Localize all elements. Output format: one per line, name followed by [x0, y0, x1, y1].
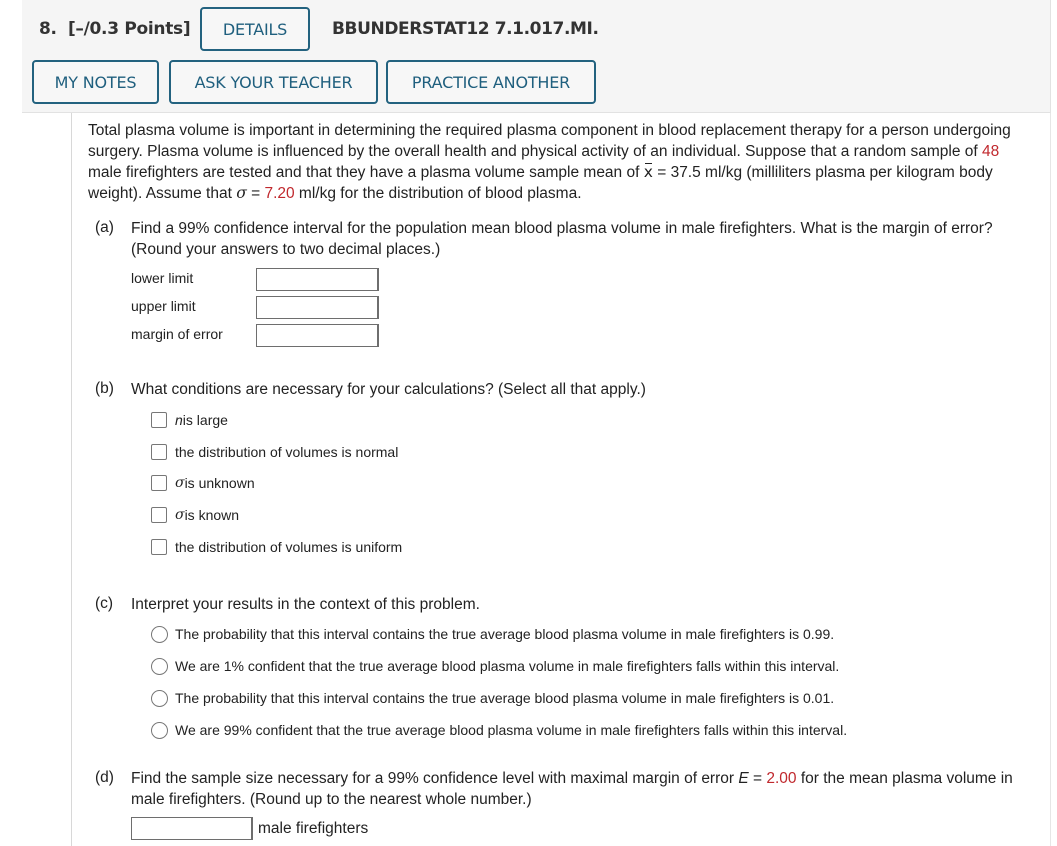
interpretation-option-2[interactable]: We are 1% confident that the true averag…: [151, 656, 839, 676]
checkbox[interactable]: [151, 444, 167, 460]
question-header: 8. [–/0.3 Points] DETAILS BBUNDERSTAT12 …: [22, 0, 1051, 113]
part-d-line: Find the sample size necessary for a 99%…: [131, 770, 1013, 787]
my-notes-button[interactable]: MY NOTES: [32, 60, 159, 104]
lower-limit-label: lower limit: [131, 270, 194, 286]
intro-line: male firefighters are tested and that th…: [88, 163, 993, 181]
sample-size-value: 48: [982, 143, 1000, 160]
checkbox[interactable]: [151, 507, 167, 523]
sigma-symbol: σ: [175, 507, 185, 523]
option-label: We are 1% confident that the true averag…: [175, 658, 840, 674]
radio-button[interactable]: [151, 721, 168, 739]
sample-size-input[interactable]: [131, 817, 253, 840]
option-label: The probability that this interval conta…: [175, 626, 835, 642]
margin-of-error-input[interactable]: [256, 324, 379, 347]
part-b-label: (b): [95, 380, 114, 397]
intro-line: surgery. Plasma volume is influenced by …: [88, 143, 1000, 160]
radio-button[interactable]: [151, 625, 168, 643]
part-c-label: (c): [95, 595, 114, 612]
option-label: the distribution of volumes is normal: [175, 444, 399, 460]
radio-button[interactable]: [151, 689, 168, 707]
part-d-line: male firefighters. (Round up to the near…: [131, 791, 532, 808]
condition-n-large[interactable]: n is large: [151, 410, 228, 430]
xbar-symbol: x: [643, 163, 653, 181]
problem-statement: Total plasma volume is important in dete…: [88, 120, 1038, 204]
intro-line: Total plasma volume is important in dete…: [88, 122, 1011, 139]
part-c-question: Interpret your results in the context of…: [131, 596, 480, 613]
sigma-symbol: σ: [175, 475, 185, 491]
question-body: Total plasma volume is important in dete…: [71, 113, 1051, 846]
interpretation-option-4[interactable]: We are 99% confident that the true avera…: [151, 720, 847, 740]
checkbox[interactable]: [151, 412, 167, 428]
ask-your-teacher-button[interactable]: ASK YOUR TEACHER: [169, 60, 378, 104]
margin-value: 2.00: [766, 770, 797, 787]
radio-button[interactable]: [151, 657, 168, 675]
problem-code: BBUNDERSTAT12 7.1.017.MI.: [332, 19, 599, 39]
e-symbol: E: [738, 770, 749, 787]
part-a-question: Find a 99% confidence interval for the p…: [131, 218, 1031, 260]
option-label: We are 99% confident that the true avera…: [175, 722, 848, 738]
checkbox[interactable]: [151, 475, 167, 491]
details-button[interactable]: DETAILS: [200, 7, 310, 51]
option-label: is unknown: [184, 475, 255, 491]
condition-uniform-distribution[interactable]: the distribution of volumes is uniform: [151, 537, 402, 557]
sample-size-unit-label: male firefighters: [258, 820, 369, 837]
sigma-value: 7.20: [264, 185, 295, 202]
option-label: the distribution of volumes is uniform: [175, 539, 403, 555]
margin-of-error-label: margin of error: [131, 326, 223, 342]
upper-limit-input[interactable]: [256, 296, 379, 319]
sigma-symbol: σ: [236, 184, 247, 202]
checkbox[interactable]: [151, 539, 167, 555]
part-d-question: Find the sample size necessary for a 99%…: [131, 768, 1041, 810]
practice-another-button[interactable]: PRACTICE ANOTHER: [386, 60, 596, 104]
n-symbol: n: [175, 412, 183, 428]
part-a-line: (Round your answers to two decimal place…: [131, 241, 441, 258]
condition-sigma-unknown[interactable]: σ is unknown: [151, 473, 255, 493]
option-label: is known: [184, 507, 240, 523]
part-b-question: What conditions are necessary for your c…: [131, 381, 646, 398]
intro-line: weight). Assume that σ = 7.20 ml/kg for …: [88, 184, 582, 202]
lower-limit-input[interactable]: [256, 268, 379, 291]
option-label: The probability that this interval conta…: [175, 690, 835, 706]
interpretation-option-3[interactable]: The probability that this interval conta…: [151, 688, 834, 708]
condition-sigma-known[interactable]: σ is known: [151, 505, 239, 525]
option-label: is large: [182, 412, 228, 428]
part-a-label: (a): [95, 219, 114, 236]
question-points: 8. [–/0.3 Points]: [39, 19, 191, 39]
condition-normal-distribution[interactable]: the distribution of volumes is normal: [151, 442, 398, 462]
part-d-label: (d): [95, 769, 114, 786]
part-a-line: Find a 99% confidence interval for the p…: [131, 220, 993, 237]
upper-limit-label: upper limit: [131, 298, 196, 314]
interpretation-option-1[interactable]: The probability that this interval conta…: [151, 624, 834, 644]
